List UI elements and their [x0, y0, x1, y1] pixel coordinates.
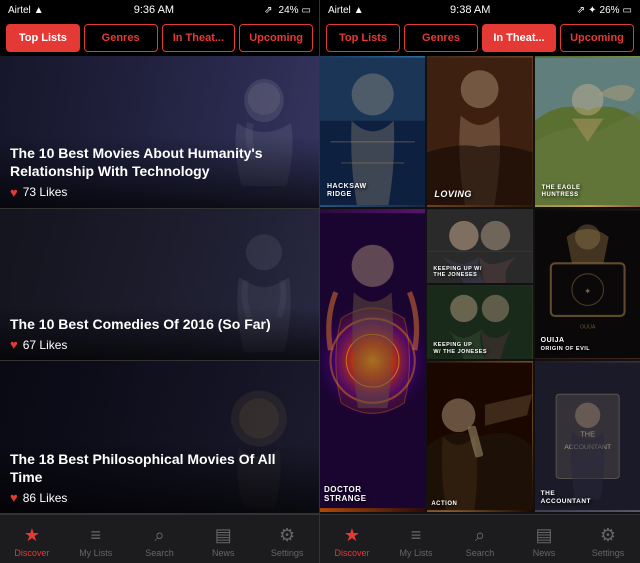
- right-nav-mylists[interactable]: ≡ My Lists: [384, 521, 448, 558]
- settings-icon-right: ⚙: [600, 525, 616, 546]
- loving-art: [427, 56, 532, 207]
- left-status-bar: Airtel ▲ 9:36 AM ⇗ 24% ▭: [0, 0, 319, 20]
- discover-icon-right: ★: [344, 525, 360, 546]
- movie-card-strange[interactable]: DOCTORSTRANGE: [320, 209, 425, 512]
- tab-genres-right[interactable]: Genres: [404, 24, 478, 52]
- hacksaw-title: HACKSAWRIDGE: [324, 180, 421, 203]
- discover-label-left: Discover: [14, 548, 49, 558]
- left-battery: 24%: [279, 5, 299, 16]
- svg-text:✦: ✦: [584, 285, 591, 295]
- item-2-title: The 10 Best Comedies Of 2016 (So Far): [10, 315, 309, 333]
- search-icon-left: ⌕: [154, 525, 164, 546]
- left-wifi-icon: ▲: [34, 5, 44, 16]
- item-1-likes: 73 Likes: [23, 185, 68, 199]
- right-nav-news[interactable]: ▤ News: [512, 521, 576, 558]
- right-time: 9:38 AM: [450, 4, 490, 16]
- item-3-title: The 18 Best Philosophical Movies Of All …: [10, 450, 309, 486]
- right-battery: 26%: [600, 5, 620, 16]
- left-carrier: Airtel: [8, 5, 31, 16]
- action-left-title: ACTION: [431, 501, 528, 508]
- middle-column-rows: KEEPING UP W/THE JONESES KEEPING UPW/ TH…: [427, 209, 532, 360]
- settings-label-left: Settings: [271, 548, 304, 558]
- movie-card-joneses-top[interactable]: KEEPING UP W/THE JONESES: [427, 209, 532, 283]
- left-nav-settings[interactable]: ⚙ Settings: [255, 521, 319, 558]
- item-3-likes: 86 Likes: [23, 491, 68, 505]
- strange-art: [320, 209, 425, 512]
- right-nav-tabs: Top Lists Genres In Theat... Upcoming: [320, 20, 640, 56]
- left-phone-panel: Airtel ▲ 9:36 AM ⇗ 24% ▭ Top Lists Genre…: [0, 0, 320, 563]
- left-battery-icon: ▭: [302, 5, 311, 16]
- mylists-icon-left: ≡: [90, 525, 101, 546]
- right-status-bar: Airtel ▲ 9:38 AM ⇗ ✦ 26% ▭: [320, 0, 640, 20]
- svg-text:OUIJA: OUIJA: [580, 324, 596, 330]
- item-2-likes: 67 Likes: [23, 338, 68, 352]
- search-label-left: Search: [145, 548, 174, 558]
- accountant-title: THEACCOUNTANT: [539, 488, 636, 508]
- settings-icon-left: ⚙: [279, 525, 295, 546]
- mylists-label-left: My Lists: [79, 548, 112, 558]
- left-nav-news[interactable]: ▤ News: [191, 521, 255, 558]
- ouija-title: OUIJAORIGIN OF EVIL: [539, 335, 636, 356]
- movie-card-accountant[interactable]: THE ACCOUNTANT THEACCOUNTANT: [535, 361, 640, 512]
- right-phone-panel: Airtel ▲ 9:38 AM ⇗ ✦ 26% ▭ Top Lists Gen…: [320, 0, 640, 563]
- settings-label-right: Settings: [592, 548, 625, 558]
- discover-label-right: Discover: [334, 548, 369, 558]
- movie-card-action-left[interactable]: ACTION: [427, 361, 532, 512]
- action-left-art: [427, 361, 532, 512]
- left-nav-tabs: Top Lists Genres In Theat... Upcoming: [0, 20, 319, 56]
- heart-icon-3: ♥: [10, 490, 18, 505]
- loving-title: LOVING: [431, 186, 528, 203]
- left-time: 9:36 AM: [134, 4, 174, 16]
- joneses-bot-title: KEEPING UPW/ THE JONESES: [431, 340, 528, 357]
- heart-icon-2: ♥: [10, 337, 18, 352]
- search-label-right: Search: [466, 548, 495, 558]
- tab-genres-left[interactable]: Genres: [84, 24, 158, 52]
- news-label-right: News: [533, 548, 556, 558]
- svg-text:THE: THE: [580, 430, 595, 439]
- heart-icon-1: ♥: [10, 185, 18, 200]
- tab-in-theaters-left[interactable]: In Theat...: [162, 24, 236, 52]
- left-nav-icon: ⇗: [264, 5, 272, 16]
- tab-top-lists-right[interactable]: Top Lists: [326, 24, 400, 52]
- news-icon-right: ▤: [535, 525, 552, 546]
- news-icon-left: ▤: [215, 525, 232, 546]
- strange-title: DOCTORSTRANGE: [324, 485, 421, 504]
- left-bottom-nav: ★ Discover ≡ My Lists ⌕ Search ▤ News ⚙ …: [0, 514, 319, 563]
- right-bottom-nav: ★ Discover ≡ My Lists ⌕ Search ▤ News ⚙ …: [320, 514, 640, 563]
- right-nav-search[interactable]: ⌕ Search: [448, 521, 512, 558]
- right-nav-icon: ⇗: [577, 5, 585, 16]
- tab-upcoming-left[interactable]: Upcoming: [239, 24, 313, 52]
- joneses-top-title: KEEPING UP W/THE JONESES: [431, 264, 528, 281]
- right-nav-discover[interactable]: ★ Discover: [320, 521, 384, 558]
- discover-icon-left: ★: [24, 525, 40, 546]
- list-item-1[interactable]: The 10 Best Movies About Humanity's Rela…: [0, 56, 319, 209]
- right-battery-icon: ▭: [623, 5, 632, 16]
- eagle-title: THE EAGLEHUNTRESS: [539, 182, 636, 202]
- movie-card-eagle[interactable]: THE EAGLEHUNTRESS: [535, 56, 640, 207]
- right-nav-settings[interactable]: ⚙ Settings: [576, 521, 640, 558]
- tab-top-lists-left[interactable]: Top Lists: [6, 24, 80, 52]
- search-icon-right: ⌕: [475, 525, 485, 546]
- right-wifi-icon: ▲: [354, 5, 364, 16]
- movie-grid: HACKSAWRIDGE LOVING THE EAGLEHUNTRESS: [320, 56, 640, 514]
- left-nav-search[interactable]: ⌕ Search: [128, 521, 192, 558]
- list-item-3[interactable]: The 18 Best Philosophical Movies Of All …: [0, 361, 319, 514]
- mylists-icon-right: ≡: [411, 525, 422, 546]
- left-nav-mylists[interactable]: ≡ My Lists: [64, 521, 128, 558]
- mylists-label-right: My Lists: [399, 548, 432, 558]
- tab-upcoming-right[interactable]: Upcoming: [560, 24, 634, 52]
- left-content-list: The 10 Best Movies About Humanity's Rela…: [0, 56, 319, 514]
- news-label-left: News: [212, 548, 235, 558]
- right-carrier: Airtel: [328, 5, 351, 16]
- movie-card-joneses-bot[interactable]: KEEPING UPW/ THE JONESES: [427, 285, 532, 359]
- tab-in-theaters-right[interactable]: In Theat...: [482, 24, 556, 52]
- movie-card-hacksaw[interactable]: HACKSAWRIDGE: [320, 56, 425, 207]
- right-bt-icon: ✦: [588, 5, 596, 16]
- movie-card-ouija[interactable]: ✦ OUIJA OUIJAORIGIN OF EVIL: [535, 209, 640, 360]
- list-item-2[interactable]: The 10 Best Comedies Of 2016 (So Far) ♥ …: [0, 209, 319, 362]
- item-1-title: The 10 Best Movies About Humanity's Rela…: [10, 144, 309, 180]
- movie-card-loving[interactable]: LOVING: [427, 56, 532, 207]
- left-nav-discover[interactable]: ★ Discover: [0, 521, 64, 558]
